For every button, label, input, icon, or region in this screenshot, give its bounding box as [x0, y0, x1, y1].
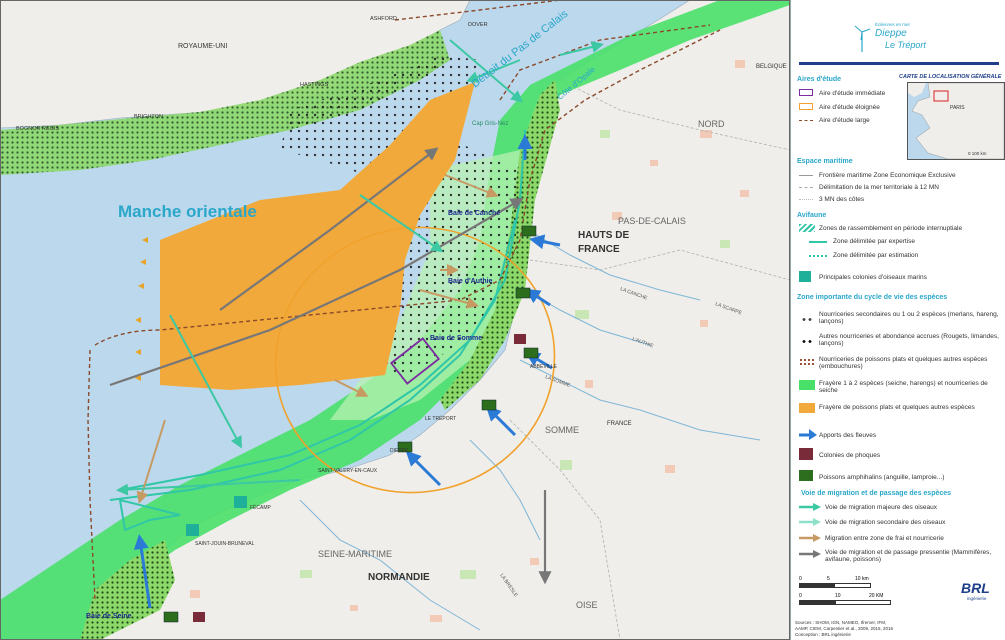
svg-text:DIEPPE: DIEPPE — [390, 448, 409, 454]
avifaune-heading: Avifaune — [797, 212, 827, 219]
baie-seine-label: Baie de Seine — [86, 613, 132, 620]
cap-label: Cap Gris-Nez — [472, 121, 508, 127]
svg-text:FÉCAMP: FÉCAMP — [250, 504, 272, 511]
aires-heading: Aires d'étude — [797, 76, 842, 83]
svg-text:SAINT-JOUIN-BRUNEVAL: SAINT-JOUIN-BRUNEVAL — [195, 541, 255, 547]
hdf-label-1: HAUTS DE — [578, 230, 629, 241]
seine-maritime-label: SEINE-MARITIME — [318, 549, 392, 559]
belgium-label: BELGIQUE — [756, 64, 787, 70]
hdf-label-2: FRANCE — [578, 244, 620, 255]
oise-label: OISE — [576, 600, 598, 610]
uk-label: ROYAUME-UNI — [178, 43, 227, 50]
blue-arrow-icon — [799, 429, 817, 440]
voie-heading: Voie de migration et de passage des espè… — [801, 490, 952, 497]
svg-text:SAINT-VALERY-EN-CAUX: SAINT-VALERY-EN-CAUX — [318, 468, 378, 474]
svg-text:0 100 km: 0 100 km — [968, 151, 987, 156]
project-logo: Éoliennes en mer Dieppe Le Tréport — [851, 18, 951, 58]
normandie-label: NORMANDIE — [368, 572, 430, 583]
brl-logo: BRL ingénierie — [961, 580, 990, 601]
france-label: FRANCE — [607, 421, 632, 427]
wind-turbine-icon — [854, 25, 871, 52]
baie-authie-label: Baie d'Authie — [448, 278, 493, 285]
espace-heading: Espace maritime — [797, 158, 853, 165]
zone-heading: Zone importante du cycle de vie des espè… — [797, 294, 948, 301]
svg-text:ASHFORD: ASHFORD — [370, 16, 397, 22]
sea-title: Manche orientale — [118, 202, 257, 221]
svg-text:PARIS: PARIS — [950, 105, 965, 111]
svg-text:DOVER: DOVER — [468, 22, 488, 28]
baie-canche-label: Baie de Canche — [448, 210, 500, 217]
somme-label: SOMME — [545, 425, 579, 435]
svg-text:HASTINGS: HASTINGS — [300, 82, 328, 88]
baie-somme-label: Baie de Somme — [430, 335, 482, 342]
map-figure: Manche orientale Détroit du Pas de Calai… — [0, 0, 1005, 640]
legend-panel: Éoliennes en mer Dieppe Le Tréport Aires… — [790, 0, 1005, 640]
nord-label: NORD — [698, 119, 725, 129]
inset-map: CARTE DE LOCALISATION GÉNÉRALE PARIS 0 1… — [899, 74, 1005, 160]
svg-text:BOGNOR REGIS: BOGNOR REGIS — [16, 126, 59, 132]
svg-text:LE TRÉPORT: LE TRÉPORT — [425, 415, 456, 422]
svg-text:ABBEVILLE: ABBEVILLE — [530, 364, 558, 370]
svg-text:BRIGHTON: BRIGHTON — [134, 114, 163, 120]
pas-de-calais-label: PAS-DE-CALAIS — [618, 216, 686, 226]
map-canvas: Manche orientale Détroit du Pas de Calai… — [0, 0, 790, 640]
